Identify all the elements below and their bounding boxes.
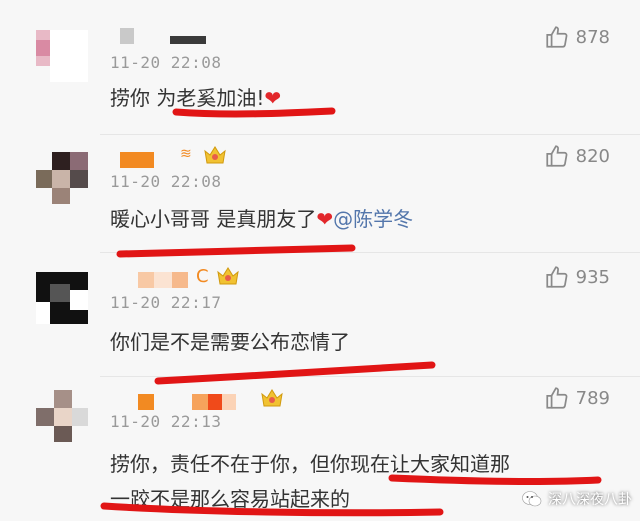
thumbs-up-icon — [546, 266, 568, 288]
like-button[interactable]: 789 — [544, 385, 610, 411]
underline-3 — [154, 361, 436, 385]
wechat-icon — [522, 491, 542, 507]
like-count: 878 — [575, 26, 610, 48]
red-underline-annotations — [100, 107, 602, 517]
comment-text-line-1: 捞你，责任不在于你，但你现在让大家知道那 — [110, 452, 510, 476]
timestamp: 11-20 22:08 — [110, 172, 222, 191]
divider — [100, 252, 640, 253]
like-count: 789 — [575, 387, 610, 409]
like-count: 820 — [575, 145, 610, 167]
comment-text: 捞你 为老奚加油!❤ — [110, 86, 282, 110]
level-icon: ≋ — [180, 146, 192, 162]
comment-text: 你们是不是需要公布恋情了 — [110, 330, 350, 354]
comment-text: 暖心小哥哥 是真朋友了❤@陈学冬 — [110, 207, 414, 231]
thumbs-up-icon — [546, 145, 568, 167]
heart-icon: ❤ — [264, 86, 282, 110]
watermark: 深八深夜八卦 — [522, 489, 632, 509]
thumbs-up-icon — [546, 387, 568, 409]
like-button[interactable]: 878 — [544, 24, 610, 50]
comment-text-line-2: 一跤不是那么容易站起来的 — [110, 487, 350, 511]
divider — [100, 134, 640, 135]
underline-1 — [172, 107, 336, 118]
thumbs-up-icon — [546, 26, 568, 48]
avatar[interactable] — [36, 152, 88, 204]
like-button[interactable]: 935 — [544, 264, 610, 290]
watermark-text: 深八深夜八卦 — [548, 492, 632, 508]
like-count: 935 — [575, 266, 610, 288]
crown-badge-icon — [261, 389, 283, 407]
divider — [100, 376, 640, 377]
heart-icon: ❤ — [316, 207, 334, 231]
name-suffix: C — [196, 266, 209, 287]
avatar[interactable] — [36, 30, 88, 82]
timestamp: 11-20 22:13 — [110, 412, 222, 431]
avatar[interactable] — [36, 390, 88, 442]
underline-4a — [388, 474, 602, 485]
mention-link[interactable]: @陈学冬 — [333, 207, 413, 231]
avatar[interactable] — [36, 272, 88, 324]
timestamp: 11-20 22:17 — [110, 293, 222, 312]
underline-2 — [116, 244, 356, 258]
crown-badge-icon — [204, 146, 226, 164]
timestamp: 11-20 22:08 — [110, 53, 222, 72]
crown-badge-icon — [217, 267, 239, 285]
like-button[interactable]: 820 — [544, 143, 610, 169]
